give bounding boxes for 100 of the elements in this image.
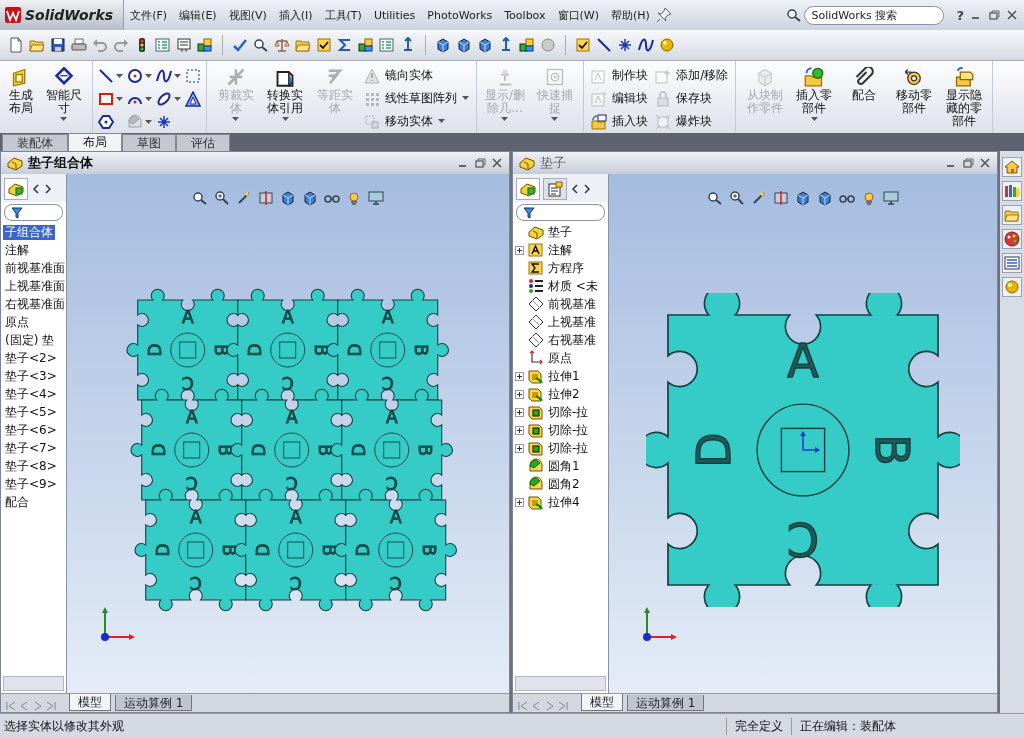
caret-icon[interactable]: [174, 96, 182, 102]
pointer-wand-icon[interactable]: [236, 190, 252, 206]
menu-item[interactable]: 帮助(H): [605, 7, 656, 23]
menu-item[interactable]: 插入(I): [272, 7, 319, 23]
printer-icon[interactable]: [71, 37, 87, 53]
tree-item[interactable]: 切除-拉: [546, 422, 591, 438]
magnifier-icon[interactable]: [192, 190, 208, 206]
filter-field[interactable]: [516, 204, 605, 221]
tree-item[interactable]: 垫子<6>: [3, 422, 59, 438]
tree-item[interactable]: 垫子<2>: [3, 350, 59, 366]
tree-item[interactable]: 原点: [546, 350, 574, 366]
caret-icon[interactable]: [60, 117, 68, 122]
magnifier-icon[interactable]: [707, 190, 723, 206]
tree-item[interactable]: 垫子<9>: [3, 476, 59, 492]
tree-item[interactable]: 注解: [3, 242, 31, 258]
sketch-tool-button[interactable]: [156, 67, 182, 85]
tree-item[interactable]: 右视基准面: [3, 296, 66, 312]
tree-item[interactable]: 拉伸4: [546, 494, 582, 510]
search-field[interactable]: SolidWorks 搜索: [804, 5, 945, 25]
task-pane-button[interactable]: [1002, 157, 1022, 177]
panel-tab[interactable]: [543, 178, 567, 200]
folder-icon[interactable]: [295, 37, 311, 53]
cube-icon[interactable]: [280, 190, 296, 206]
filter-field[interactable]: [4, 204, 63, 221]
sketch-tool-button[interactable]: [185, 90, 202, 108]
tree-item[interactable]: 圆角2: [546, 476, 582, 492]
restore-icon[interactable]: [474, 157, 486, 169]
caret-icon[interactable]: [810, 117, 818, 122]
command-tab[interactable]: 草图: [122, 134, 176, 151]
spell-check-icon[interactable]: [232, 37, 248, 53]
restore-icon[interactable]: [988, 9, 1000, 21]
expand-toggle-icon[interactable]: [515, 443, 524, 453]
magnifier-icon[interactable]: [786, 7, 803, 23]
command-button[interactable]: 插入块: [589, 112, 651, 131]
expand-toggle-icon[interactable]: [515, 371, 524, 381]
left-right-arrows-icon[interactable]: [570, 183, 592, 195]
expand-toggle-icon[interactable]: [515, 389, 524, 399]
cube-icon[interactable]: [456, 37, 472, 53]
cube-icon[interactable]: [817, 190, 833, 206]
menu-item[interactable]: PhotoWorks: [421, 8, 499, 22]
section-view-icon[interactable]: [773, 190, 789, 206]
close-icon[interactable]: [979, 157, 991, 169]
folder-icon[interactable]: [29, 37, 45, 53]
help-button[interactable]: ?: [950, 7, 970, 23]
restore-icon[interactable]: [962, 157, 974, 169]
command-button[interactable]: 插入零部件: [791, 65, 838, 124]
checklist-icon[interactable]: [155, 37, 171, 53]
command-button[interactable]: 生成布局: [5, 65, 38, 117]
tree-item[interactable]: 前视基准: [546, 296, 598, 312]
menu-item[interactable]: 文件(F): [124, 7, 174, 23]
tree-item[interactable]: 切除-拉: [546, 404, 591, 420]
sketch-tool-button[interactable]: [98, 90, 124, 108]
line-tool-icon[interactable]: [596, 37, 612, 53]
tree-item[interactable]: 垫子<7>: [3, 440, 59, 456]
task-pane-button[interactable]: [1002, 253, 1022, 273]
colored-blocks-icon[interactable]: [197, 37, 213, 53]
tree-item[interactable]: 拉伸1: [546, 368, 582, 384]
task-pane-button[interactable]: [1002, 229, 1022, 249]
caret-icon[interactable]: [145, 96, 153, 102]
sketch-tool-button[interactable]: [98, 67, 124, 85]
command-button[interactable]: 显示隐藏的零部件: [940, 65, 988, 130]
task-pane-button[interactable]: [1002, 277, 1022, 297]
left-right-arrows-icon[interactable]: [31, 183, 53, 195]
command-button[interactable]: 智能尺寸: [40, 65, 88, 124]
lamp-icon[interactable]: [346, 190, 362, 206]
3d-viewport[interactable]: A B C D: [609, 174, 997, 693]
tree-item[interactable]: 拉伸2: [546, 386, 582, 402]
panel-tab[interactable]: [4, 178, 28, 200]
sheet-icon[interactable]: [176, 37, 192, 53]
sphere-icon[interactable]: [540, 37, 556, 53]
menu-item[interactable]: Utilities: [367, 8, 422, 22]
menu-item[interactable]: Toolbox: [498, 8, 552, 22]
magnifier-icon[interactable]: [253, 37, 269, 53]
model-tab[interactable]: 运动算例 1: [627, 695, 705, 711]
menu-item[interactable]: 编辑(E): [173, 7, 223, 23]
close-icon[interactable]: [491, 157, 503, 169]
caret-icon[interactable]: [116, 73, 124, 79]
cube-icon[interactable]: [435, 37, 451, 53]
magnifier-icon[interactable]: [214, 190, 230, 206]
sketch-tool-button[interactable]: [127, 67, 153, 85]
expand-toggle-icon[interactable]: [515, 425, 524, 435]
magnifier-icon[interactable]: [729, 190, 745, 206]
caret-icon[interactable]: [281, 117, 289, 122]
colored-blocks-icon[interactable]: [519, 37, 535, 53]
new-document-icon[interactable]: [8, 37, 24, 53]
tree-item[interactable]: 配合: [3, 494, 31, 510]
model-tab[interactable]: 模型: [581, 694, 623, 711]
expand-toggle-icon[interactable]: [515, 245, 524, 255]
expand-toggle-icon[interactable]: [515, 497, 524, 507]
tree-item[interactable]: 注解: [546, 242, 574, 258]
expand-toggle-icon[interactable]: [515, 407, 524, 417]
panel-tab[interactable]: [516, 178, 540, 200]
pushpin-icon[interactable]: [655, 7, 672, 23]
cube-icon[interactable]: [795, 190, 811, 206]
horizontal-scrollbar[interactable]: [515, 676, 606, 691]
menu-item[interactable]: 窗口(W): [551, 7, 605, 23]
tree-item[interactable]: 垫子<5>: [3, 404, 59, 420]
task-pane-button[interactable]: [1002, 181, 1022, 201]
close-icon[interactable]: [1006, 9, 1018, 21]
tree-item[interactable]: 右视基准: [546, 332, 598, 348]
